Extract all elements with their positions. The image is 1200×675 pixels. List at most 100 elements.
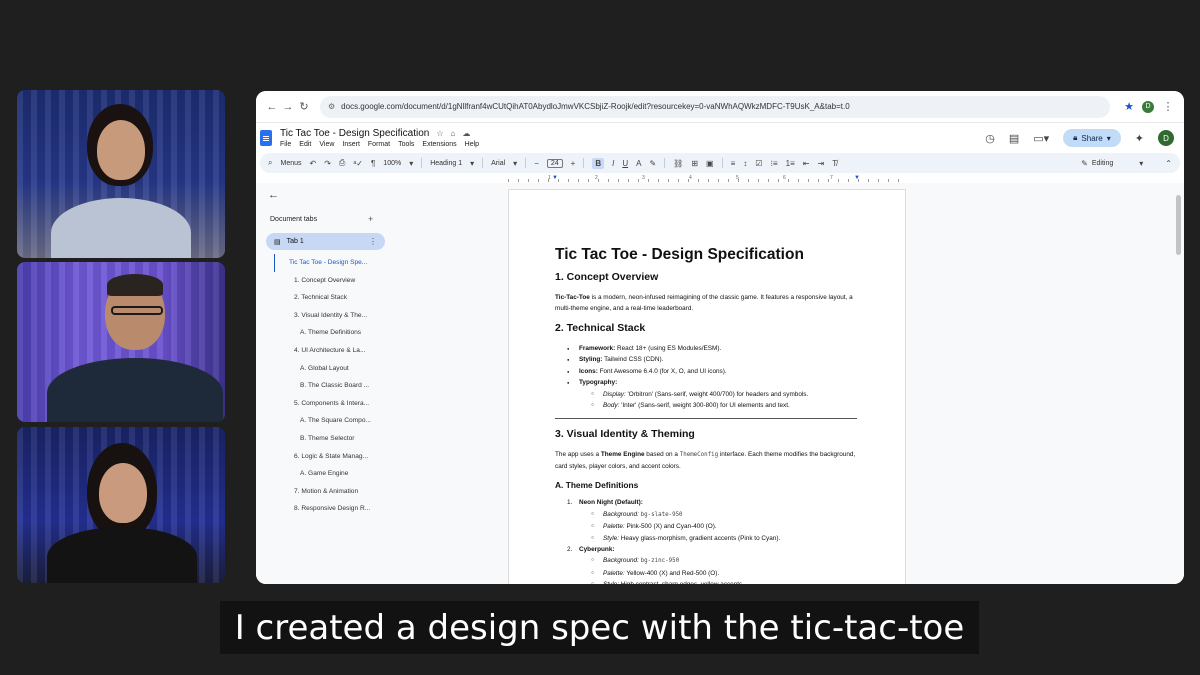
document-title[interactable]: Tic Tac Toe - Design Specification	[280, 128, 429, 139]
spellcheck-icon[interactable]: ᵃ✓	[353, 159, 363, 168]
print-icon[interactable]: ⎙	[339, 158, 345, 168]
decrease-indent-icon[interactable]: ⇤	[803, 159, 810, 168]
ruler-tick	[808, 179, 809, 182]
zoom-select[interactable]: 100%	[383, 160, 401, 167]
star-outline-icon[interactable]: ☆	[436, 129, 443, 138]
decrease-font-size-icon[interactable]: −	[534, 159, 539, 168]
outline-item[interactable]: B. Theme Selector	[274, 430, 394, 448]
menu-item-view[interactable]: View	[319, 141, 334, 148]
docs-header: Tic Tac Toe - Design Specification ☆ ⌂ ☁…	[256, 123, 1184, 153]
move-folder-icon[interactable]: ⌂	[451, 129, 456, 138]
chevron-down-icon[interactable]: ▾	[409, 159, 413, 168]
indent-marker-icon[interactable]: ▼	[854, 175, 860, 181]
style-select[interactable]: Heading 1	[430, 160, 462, 167]
paint-format-icon[interactable]: ¶	[371, 159, 375, 168]
font-select[interactable]: Arial	[491, 160, 505, 167]
add-tab-icon[interactable]: +	[368, 214, 373, 224]
back-icon[interactable]: ←	[264, 101, 280, 113]
version-history-icon[interactable]: ◷	[985, 132, 995, 145]
outline-item[interactable]: A. The Square Compo...	[274, 412, 394, 430]
line-spacing-icon[interactable]: ↕	[743, 159, 747, 168]
document-page[interactable]: Tic Tac Toe - Design Specification 1. Co…	[508, 189, 906, 584]
gemini-sparkle-icon[interactable]: ✦	[1135, 132, 1144, 145]
undo-icon[interactable]: ↶	[310, 159, 317, 168]
outline-item[interactable]: 3. Visual Identity & The...	[274, 307, 394, 325]
list-item-label: Background:	[603, 510, 639, 518]
editing-mode-select[interactable]: ✎ Editing ▾	[1081, 159, 1143, 168]
search-icon[interactable]: ⌕	[268, 158, 272, 168]
list-item-label: Palette:	[603, 523, 625, 531]
inline-code: bg-zinc-950	[640, 558, 680, 565]
ruler-tick	[788, 179, 789, 182]
list-item-text: Pink-500 (X) and Cyan-400 (O).	[624, 523, 717, 531]
tab-item-tab-1[interactable]: ▤ Tab 1 ⋮	[266, 233, 385, 250]
numbered-list-icon[interactable]: 1≡	[786, 159, 795, 168]
menu-item-extensions[interactable]: Extensions	[422, 141, 456, 148]
collapse-menus-icon[interactable]: ⌃	[1165, 159, 1172, 168]
browser-profile-avatar[interactable]: D	[1142, 100, 1154, 113]
list-item-label: Framework:	[579, 345, 616, 352]
comments-icon[interactable]: ▤	[1009, 132, 1019, 145]
bulleted-list-icon[interactable]: ⁝≡	[770, 159, 777, 168]
outline-item[interactable]: A. Game Engine	[274, 465, 394, 483]
back-arrow-icon[interactable]: ←	[268, 189, 279, 201]
scrollbar[interactable]	[1176, 195, 1181, 255]
redo-icon[interactable]: ↷	[324, 159, 331, 168]
increase-indent-icon[interactable]: ⇥	[817, 159, 824, 168]
list-item-label: Style:	[603, 581, 619, 584]
link-icon[interactable]: ⛓	[673, 159, 683, 168]
menu-item-file[interactable]: File	[280, 141, 291, 148]
list-item-text: 'Orbitron' (Sans-serif, weight 400/700) …	[625, 390, 809, 398]
reload-icon[interactable]: ↻	[296, 100, 312, 113]
align-icon[interactable]: ≡	[731, 159, 736, 168]
outline-item[interactable]: A. Theme Definitions	[274, 324, 394, 342]
menu-item-help[interactable]: Help	[465, 141, 479, 148]
cloud-status-icon[interactable]: ☁	[462, 129, 470, 138]
list-item-text: Yellow-400 (X) and Red-500 (O).	[624, 569, 720, 577]
underline-icon[interactable]: U	[622, 159, 628, 168]
outline-item[interactable]: 4. UI Architecture & La...	[274, 342, 394, 360]
ruler-tick	[718, 179, 719, 182]
address-bar[interactable]: ⚙ docs.google.com/document/d/1gNllfranf4…	[320, 95, 1111, 118]
webcam-tile-3	[17, 427, 225, 583]
chevron-down-icon[interactable]: ▾	[513, 159, 517, 168]
forward-icon[interactable]: →	[280, 101, 296, 113]
chevron-down-icon[interactable]: ▾	[470, 159, 474, 168]
outline-item[interactable]: A. Global Layout	[274, 360, 394, 378]
tab-options-icon[interactable]: ⋮	[369, 237, 377, 246]
docs-logo-icon[interactable]	[260, 130, 272, 146]
highlight-icon[interactable]: ✎	[649, 159, 656, 168]
italic-icon[interactable]: I	[612, 159, 614, 168]
bookmark-star-icon[interactable]: ★	[1124, 100, 1134, 113]
outline-item[interactable]: 8. Responsive Design R...	[274, 500, 394, 518]
menu-item-tools[interactable]: Tools	[398, 141, 414, 148]
list-number: 2.	[567, 546, 573, 554]
menu-item-edit[interactable]: Edit	[299, 141, 311, 148]
outline-item[interactable]: 6. Logic & State Manag...	[274, 448, 394, 466]
outline-item[interactable]: 2. Technical Stack	[274, 289, 394, 307]
bold-icon[interactable]: B	[592, 157, 605, 169]
menus-search-label[interactable]: Menus	[280, 160, 301, 167]
document-outline: Tic Tac Toe - Design Spe... 1. Concept Ov…	[274, 254, 394, 518]
indent-marker-icon[interactable]: ▼	[552, 175, 558, 181]
outline-item[interactable]: Tic Tac Toe - Design Spe...	[274, 254, 394, 272]
text-color-icon[interactable]: A	[636, 159, 641, 168]
outline-item[interactable]: B. The Classic Board ...	[274, 377, 394, 395]
menu-item-format[interactable]: Format	[368, 141, 390, 148]
clear-formatting-icon[interactable]: T̸	[832, 159, 837, 168]
meet-video-icon[interactable]: ▭▾	[1033, 132, 1049, 145]
image-icon[interactable]: ▣	[706, 159, 714, 168]
font-size-input[interactable]: 24	[546, 158, 563, 168]
site-info-icon[interactable]: ⚙	[328, 102, 335, 111]
browser-menu-icon[interactable]: ⋮	[1160, 100, 1176, 113]
ruler-tick	[768, 179, 769, 182]
increase-font-size-icon[interactable]: +	[571, 159, 576, 168]
comment-add-icon[interactable]: ⊞	[691, 159, 698, 168]
outline-item[interactable]: 7. Motion & Animation	[274, 483, 394, 501]
outline-item[interactable]: 1. Concept Overview	[274, 272, 394, 290]
checklist-icon[interactable]: ☑	[755, 159, 762, 168]
share-button[interactable]: 🔒︎ Share ▾	[1063, 129, 1121, 147]
menu-item-insert[interactable]: Insert	[342, 141, 360, 148]
account-avatar[interactable]: D	[1158, 130, 1174, 146]
outline-item[interactable]: 5. Components & Intera...	[274, 395, 394, 413]
